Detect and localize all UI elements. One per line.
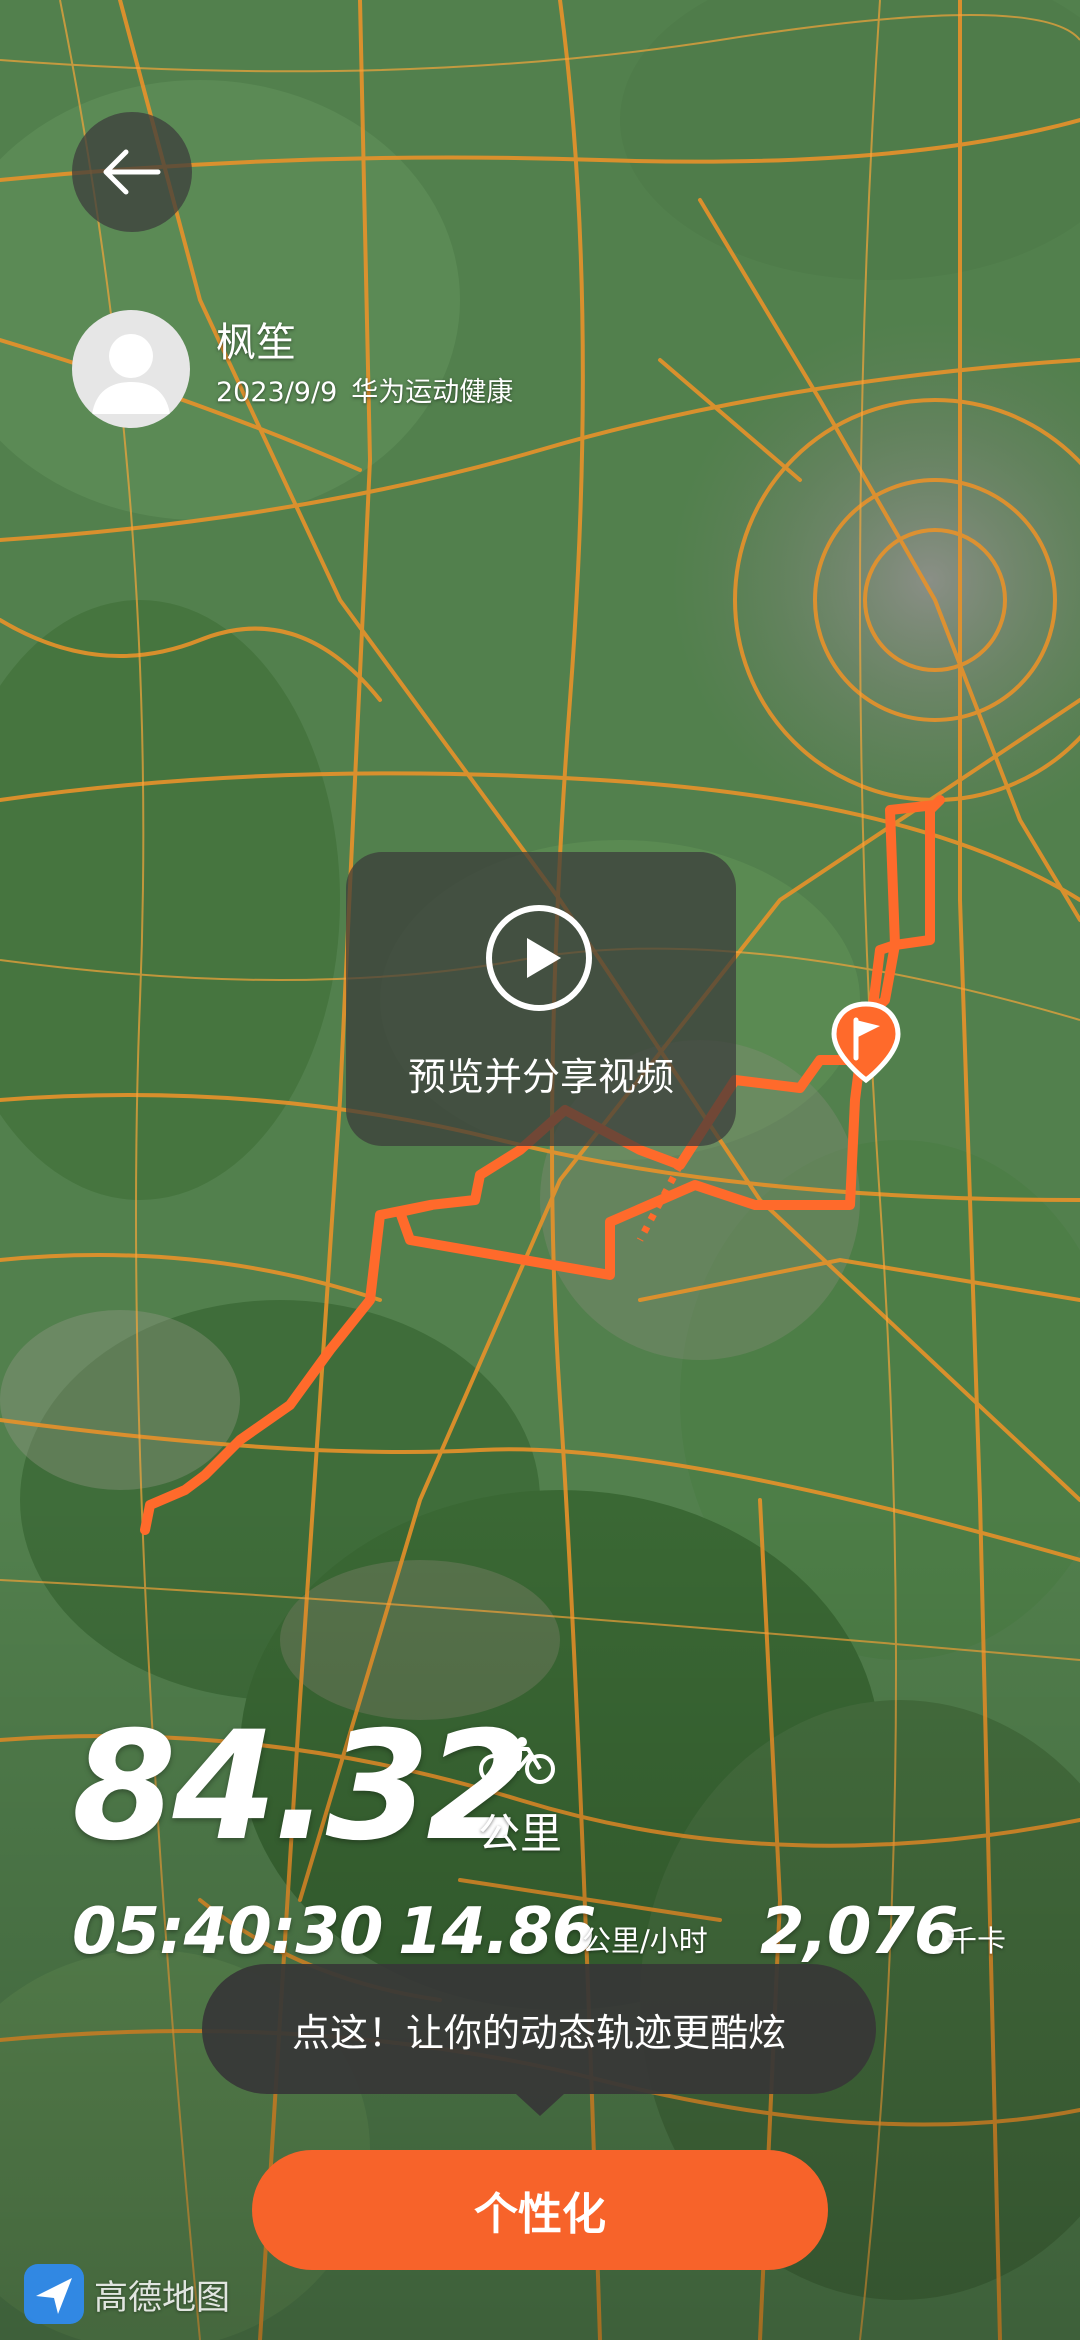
back-button[interactable] xyxy=(72,112,192,232)
avatar[interactable] xyxy=(72,310,190,428)
distance-value: 84.32 xyxy=(72,1700,530,1874)
back-arrow-icon xyxy=(103,149,161,195)
map-provider-logo: 高德地图 xyxy=(22,2262,230,2326)
activity-date: 2023/9/9 xyxy=(216,377,338,408)
data-source: 华为运动健康 xyxy=(351,377,514,408)
preview-share-video-button[interactable]: 预览并分享视频 xyxy=(346,852,736,1146)
map-provider-name: 高德地图 xyxy=(94,2277,230,2318)
user-name: 枫笙 xyxy=(216,320,296,366)
play-icon xyxy=(486,905,592,1011)
user-avatar-icon xyxy=(92,334,170,414)
tip-bubble-arrow xyxy=(516,2094,564,2116)
personalize-button[interactable]: 个性化 xyxy=(252,2150,828,2270)
distance-unit: 公里 xyxy=(478,1809,563,1858)
bicycle-icon xyxy=(479,1737,555,1784)
user-meta: 2023/9/9 华为运动健康 xyxy=(216,370,527,409)
amap-logo-icon xyxy=(24,2264,84,2324)
preview-share-label: 预览并分享视频 xyxy=(407,1055,674,1099)
calories-unit: 千卡 xyxy=(948,1924,1007,1958)
calories-value: 2,076 xyxy=(760,1895,958,1969)
tip-bubble[interactable]: 点这！让你的动态轨迹更酷炫 xyxy=(202,1964,876,2094)
speed-unit: 公里/小时 xyxy=(582,1924,708,1958)
speed-value: 14.86 xyxy=(398,1895,596,1969)
duration-value: 05:40:30 xyxy=(72,1895,383,1969)
